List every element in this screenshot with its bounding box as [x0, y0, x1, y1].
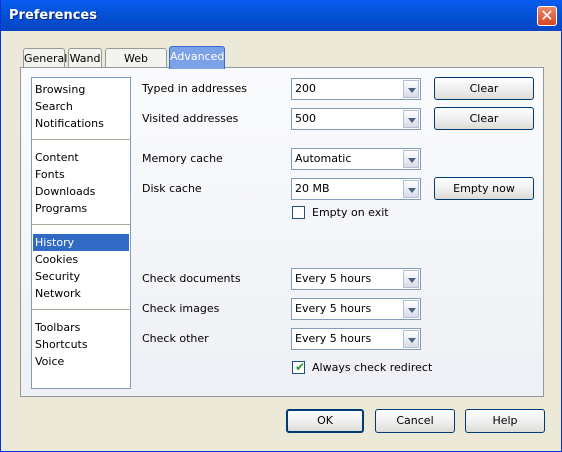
ok-button[interactable]: OK [286, 409, 364, 433]
tab-panel-advanced: Browsing Search Notifications Content Fo… [20, 67, 544, 397]
memory-cache-label: Memory cache [142, 152, 223, 165]
tab-advanced[interactable]: Advanced [169, 46, 225, 69]
tab-general[interactable]: General [23, 48, 67, 68]
check-images-select[interactable]: Every 5 hours [291, 298, 421, 320]
preferences-dialog: Preferences ✕ General Wand Web pages Adv… [0, 0, 562, 452]
sidebar-divider [32, 224, 130, 225]
tab-web-pages[interactable]: Web pages [105, 48, 167, 84]
check-other-value: Every 5 hours [295, 332, 372, 345]
sidebar-item-search[interactable]: Search [33, 98, 129, 115]
always-check-redirect-checkbox[interactable]: ✔ [292, 360, 306, 374]
empty-on-exit-label[interactable]: Empty on exit [312, 206, 389, 220]
dropdown-arrow-icon[interactable] [403, 300, 419, 318]
always-check-redirect-label[interactable]: Always check redirect [312, 361, 432, 375]
dropdown-arrow-icon[interactable] [403, 150, 419, 168]
sidebar-item-content[interactable]: Content [33, 149, 129, 166]
dropdown-arrow-icon[interactable] [403, 330, 419, 348]
close-button[interactable]: ✕ [537, 6, 557, 26]
tab-wand[interactable]: Wand [68, 48, 102, 68]
check-documents-select[interactable]: Every 5 hours [291, 268, 421, 290]
empty-on-exit-checkbox[interactable] [292, 206, 305, 219]
sidebar-item-browsing[interactable]: Browsing [33, 81, 129, 98]
sidebar-item-history[interactable]: History [33, 234, 129, 251]
typed-addresses-label: Typed in addresses [142, 82, 247, 95]
sidebar-item-voice[interactable]: Voice [33, 353, 129, 370]
sidebar-item-programs[interactable]: Programs [33, 200, 129, 217]
visited-addresses-value: 500 [295, 112, 316, 125]
check-documents-value: Every 5 hours [295, 272, 372, 285]
sidebar-item-downloads[interactable]: Downloads [33, 183, 129, 200]
empty-now-button[interactable]: Empty now [434, 177, 534, 200]
checkmark-icon: ✔ [295, 360, 306, 374]
memory-cache-select[interactable]: Automatic [291, 148, 421, 170]
dropdown-arrow-icon[interactable] [403, 110, 419, 128]
title-bar: Preferences ✕ [1, 0, 562, 31]
check-other-select[interactable]: Every 5 hours [291, 328, 421, 350]
dropdown-arrow-icon[interactable] [403, 80, 419, 98]
clear-typed-addresses-button[interactable]: Clear [434, 77, 534, 100]
sidebar-divider [32, 309, 130, 310]
sidebar-item-fonts[interactable]: Fonts [33, 166, 129, 183]
sidebar-item-toolbars[interactable]: Toolbars [33, 319, 129, 336]
window-title: Preferences [9, 8, 97, 23]
check-other-label: Check other [142, 332, 209, 345]
category-list[interactable]: Browsing Search Notifications Content Fo… [31, 77, 131, 389]
typed-addresses-value: 200 [295, 82, 316, 95]
disk-cache-value: 20 MB [295, 182, 330, 195]
check-images-label: Check images [142, 302, 220, 315]
dropdown-arrow-icon[interactable] [403, 270, 419, 288]
disk-cache-label: Disk cache [142, 182, 202, 195]
visited-addresses-label: Visited addresses [142, 112, 239, 125]
clear-visited-addresses-button[interactable]: Clear [434, 107, 534, 130]
help-button[interactable]: Help [465, 409, 545, 433]
sidebar-item-cookies[interactable]: Cookies [33, 251, 129, 268]
dropdown-arrow-icon[interactable] [403, 180, 419, 198]
check-documents-label: Check documents [142, 272, 241, 285]
typed-addresses-select[interactable]: 200 [291, 78, 421, 100]
sidebar-item-notifications[interactable]: Notifications [33, 115, 129, 132]
check-images-value: Every 5 hours [295, 302, 372, 315]
visited-addresses-select[interactable]: 500 [291, 108, 421, 130]
sidebar-item-security[interactable]: Security [33, 268, 129, 285]
close-icon: ✕ [540, 6, 554, 25]
sidebar-item-shortcuts[interactable]: Shortcuts [33, 336, 129, 353]
cancel-button[interactable]: Cancel [375, 409, 455, 433]
memory-cache-value: Automatic [295, 152, 352, 165]
sidebar-item-network[interactable]: Network [33, 285, 129, 302]
sidebar-divider [32, 139, 130, 140]
disk-cache-select[interactable]: 20 MB [291, 178, 421, 200]
